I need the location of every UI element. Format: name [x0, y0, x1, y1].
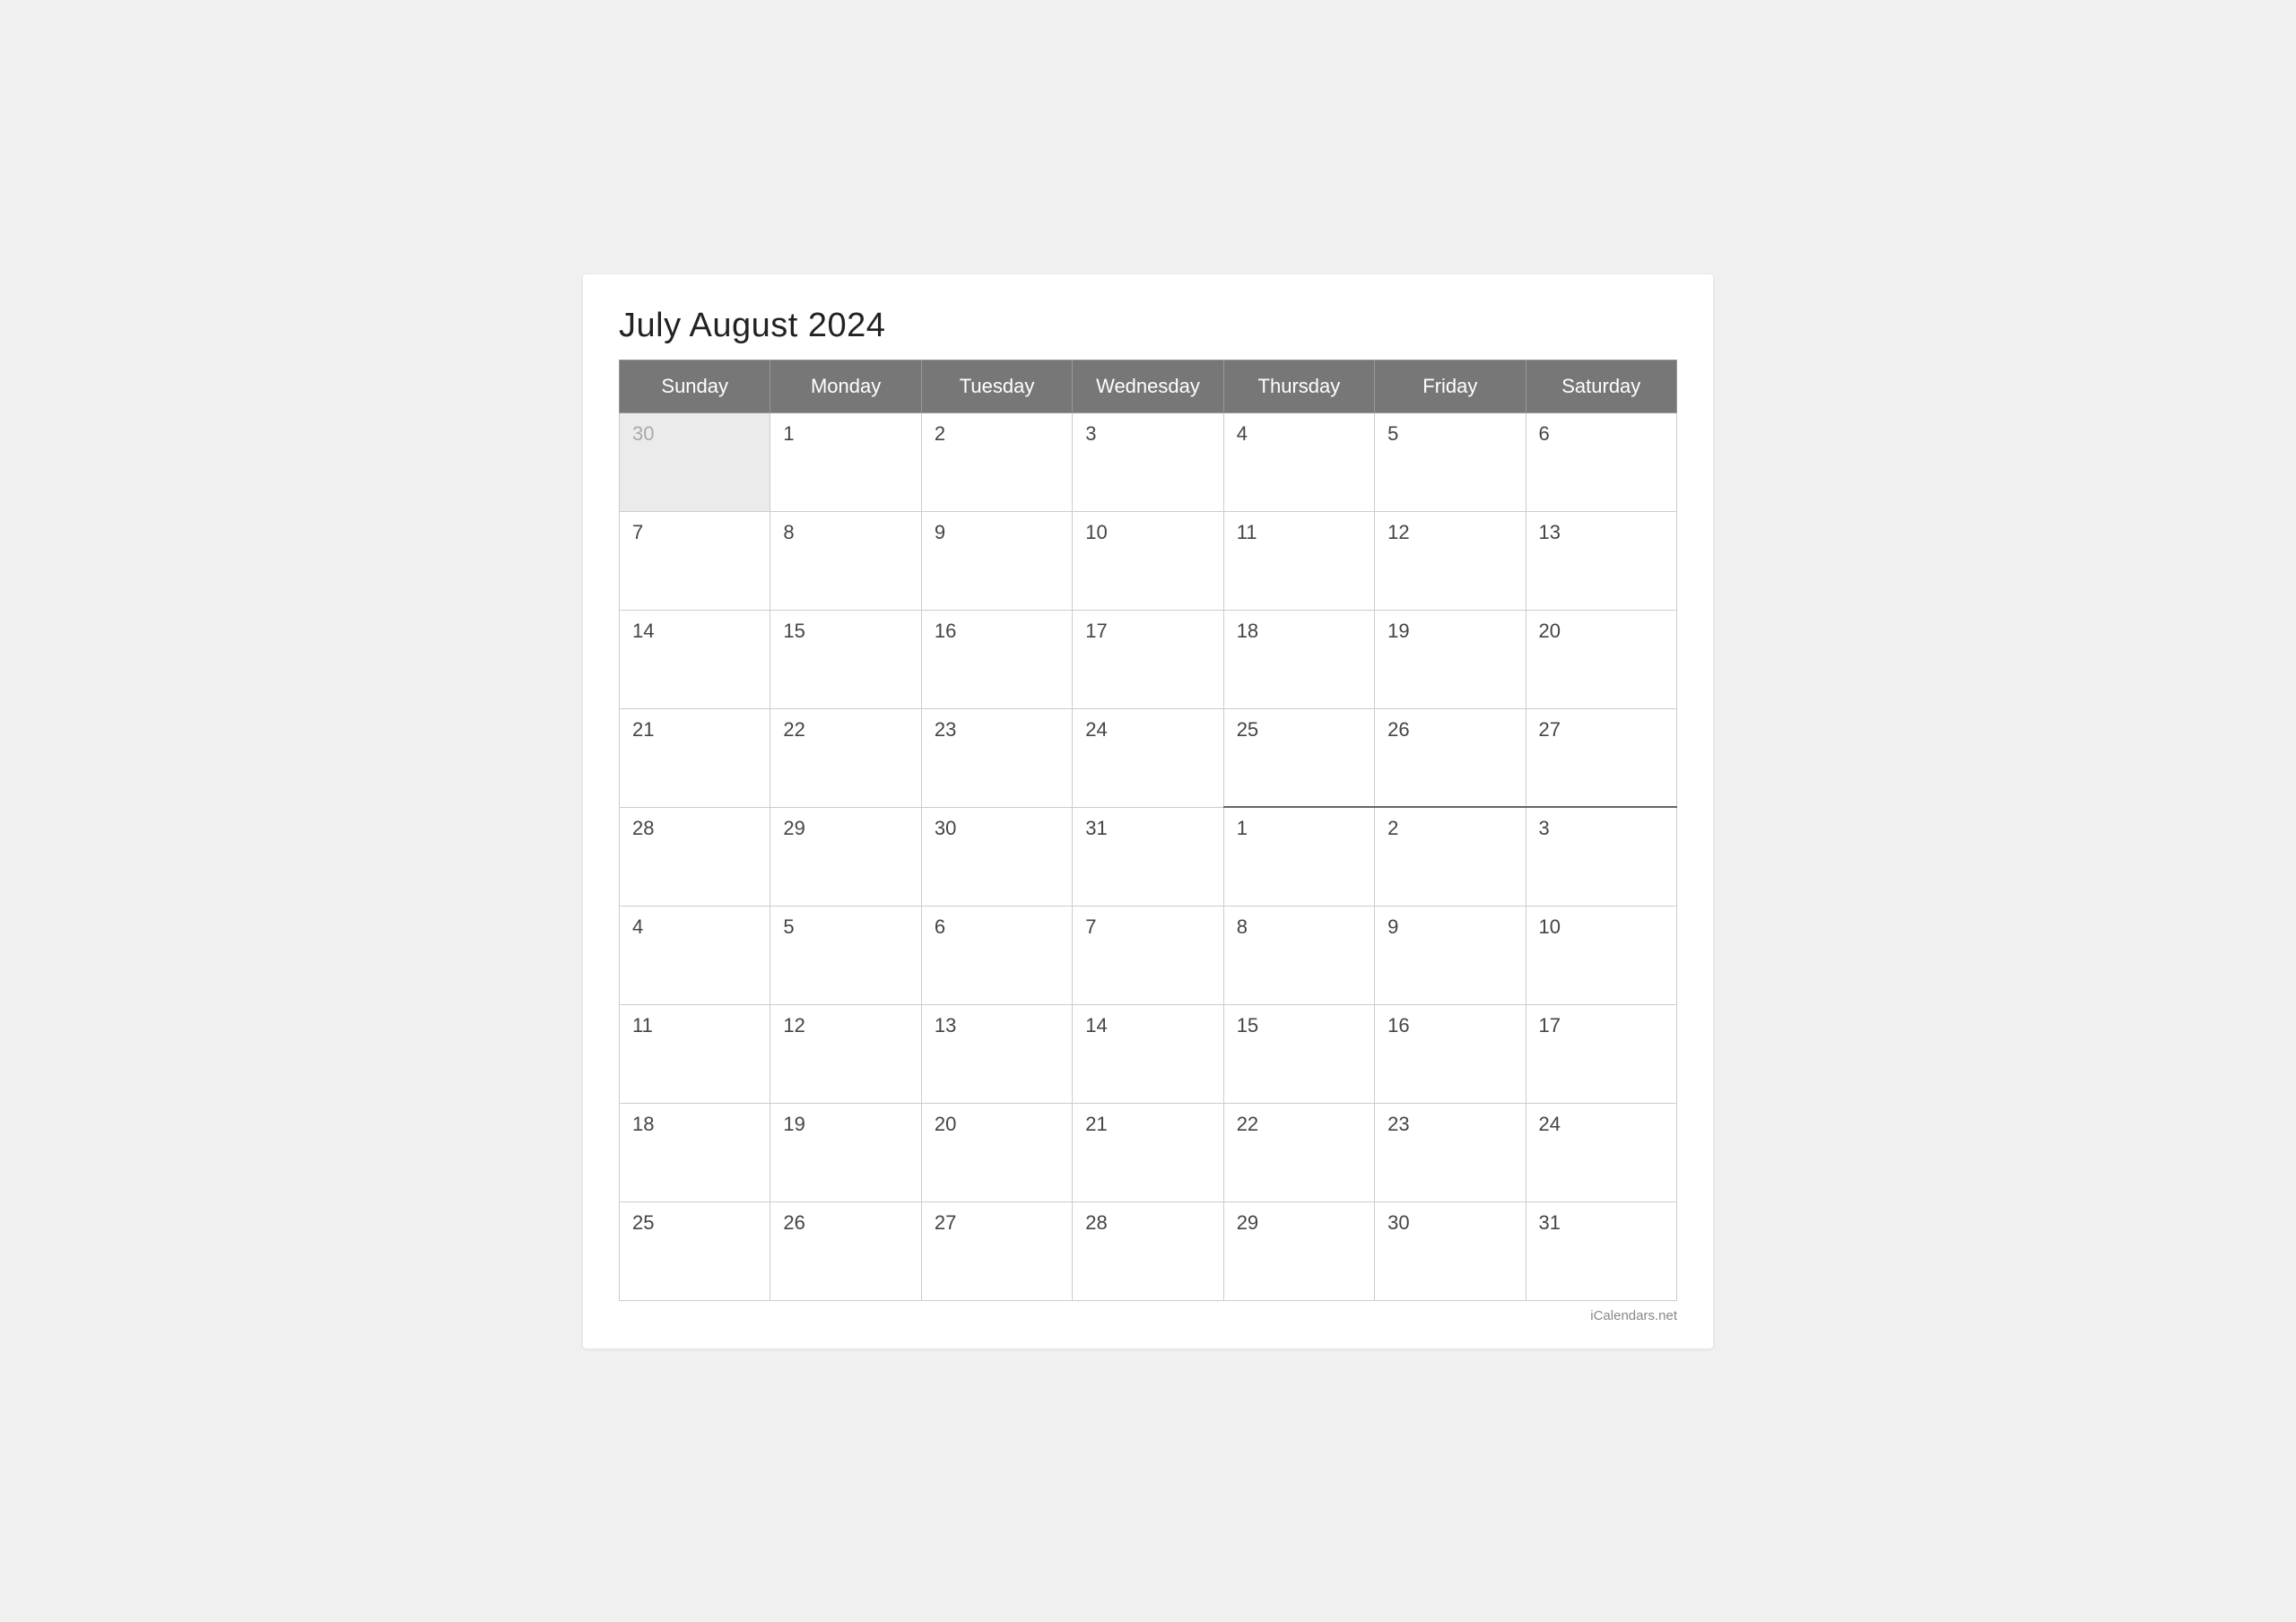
calendar-day-cell[interactable]: 8 [1223, 906, 1374, 1004]
calendar-day-cell[interactable]: 11 [1223, 511, 1374, 610]
header-row: SundayMondayTuesdayWednesdayThursdayFrid… [620, 360, 1677, 412]
calendar-day-cell[interactable]: 22 [770, 708, 921, 807]
calendar-day-cell[interactable]: 20 [921, 1103, 1072, 1201]
calendar-day-cell[interactable]: 21 [1073, 1103, 1223, 1201]
calendar-day-cell[interactable]: 23 [1375, 1103, 1526, 1201]
calendar-day-cell[interactable]: 27 [921, 1201, 1072, 1300]
calendar-day-cell[interactable]: 25 [1223, 708, 1374, 807]
calendar-day-cell[interactable]: 31 [1073, 807, 1223, 906]
calendar-header: SundayMondayTuesdayWednesdayThursdayFrid… [620, 360, 1677, 412]
calendar-day-cell[interactable]: 24 [1526, 1103, 1676, 1201]
calendar-day-cell[interactable]: 9 [1375, 906, 1526, 1004]
calendar-day-cell[interactable]: 30 [921, 807, 1072, 906]
calendar-day-cell[interactable]: 17 [1073, 610, 1223, 708]
calendar-day-cell[interactable]: 7 [1073, 906, 1223, 1004]
calendar-day-cell[interactable]: 1 [770, 412, 921, 511]
calendar-day-cell[interactable]: 16 [1375, 1004, 1526, 1103]
calendar-day-cell[interactable]: 19 [770, 1103, 921, 1201]
calendar-day-cell[interactable]: 18 [1223, 610, 1374, 708]
calendar-day-cell[interactable]: 5 [770, 906, 921, 1004]
calendar-week-row: 18192021222324 [620, 1103, 1677, 1201]
calendar-day-cell[interactable]: 14 [1073, 1004, 1223, 1103]
calendar-day-cell[interactable]: 31 [1526, 1201, 1676, 1300]
calendar-day-cell[interactable]: 12 [770, 1004, 921, 1103]
calendar-day-cell[interactable]: 15 [770, 610, 921, 708]
calendar-day-cell[interactable]: 26 [1375, 708, 1526, 807]
calendar-day-cell[interactable]: 2 [921, 412, 1072, 511]
calendar-day-cell[interactable]: 9 [921, 511, 1072, 610]
calendar-day-cell[interactable]: 6 [921, 906, 1072, 1004]
calendar-day-cell[interactable]: 16 [921, 610, 1072, 708]
calendar-day-cell[interactable]: 13 [1526, 511, 1676, 610]
calendar-day-cell[interactable]: 15 [1223, 1004, 1374, 1103]
header-cell-wednesday: Wednesday [1073, 360, 1223, 412]
calendar-day-cell[interactable]: 4 [1223, 412, 1374, 511]
calendar-day-cell[interactable]: 12 [1375, 511, 1526, 610]
calendar-day-cell[interactable]: 18 [620, 1103, 770, 1201]
calendar-body: 3012345678910111213141516171819202122232… [620, 412, 1677, 1300]
header-cell-sunday: Sunday [620, 360, 770, 412]
calendar-day-cell[interactable]: 3 [1073, 412, 1223, 511]
calendar-container: July August 2024 SundayMondayTuesdayWedn… [583, 274, 1713, 1349]
calendar-day-cell[interactable]: 25 [620, 1201, 770, 1300]
calendar-day-cell[interactable]: 24 [1073, 708, 1223, 807]
calendar-day-cell[interactable]: 10 [1526, 906, 1676, 1004]
calendar-week-row: 21222324252627 [620, 708, 1677, 807]
calendar-day-cell[interactable]: 20 [1526, 610, 1676, 708]
calendar-day-cell[interactable]: 11 [620, 1004, 770, 1103]
calendar-day-cell[interactable]: 29 [770, 807, 921, 906]
calendar-day-cell[interactable]: 28 [620, 807, 770, 906]
calendar-day-cell[interactable]: 13 [921, 1004, 1072, 1103]
calendar-day-cell[interactable]: 28 [1073, 1201, 1223, 1300]
calendar-day-cell[interactable]: 23 [921, 708, 1072, 807]
calendar-day-cell[interactable]: 1 [1223, 807, 1374, 906]
calendar-day-cell[interactable]: 2 [1375, 807, 1526, 906]
header-cell-friday: Friday [1375, 360, 1526, 412]
calendar-day-cell[interactable]: 21 [620, 708, 770, 807]
calendar-week-row: 28293031123 [620, 807, 1677, 906]
calendar-table: SundayMondayTuesdayWednesdayThursdayFrid… [619, 360, 1677, 1301]
calendar-day-cell[interactable]: 3 [1526, 807, 1676, 906]
calendar-day-cell[interactable]: 4 [620, 906, 770, 1004]
calendar-week-row: 11121314151617 [620, 1004, 1677, 1103]
footer-credit: iCalendars.net [619, 1308, 1677, 1323]
calendar-day-cell[interactable]: 29 [1223, 1201, 1374, 1300]
calendar-day-cell[interactable]: 26 [770, 1201, 921, 1300]
calendar-day-cell[interactable]: 14 [620, 610, 770, 708]
calendar-day-cell[interactable]: 5 [1375, 412, 1526, 511]
header-cell-saturday: Saturday [1526, 360, 1676, 412]
calendar-week-row: 78910111213 [620, 511, 1677, 610]
header-cell-thursday: Thursday [1223, 360, 1374, 412]
calendar-day-cell[interactable]: 8 [770, 511, 921, 610]
calendar-day-cell[interactable]: 10 [1073, 511, 1223, 610]
calendar-title: July August 2024 [619, 307, 1677, 345]
calendar-day-cell[interactable]: 30 [1375, 1201, 1526, 1300]
calendar-week-row: 45678910 [620, 906, 1677, 1004]
header-cell-tuesday: Tuesday [921, 360, 1072, 412]
calendar-week-row: 25262728293031 [620, 1201, 1677, 1300]
header-cell-monday: Monday [770, 360, 921, 412]
calendar-week-row: 30123456 [620, 412, 1677, 511]
calendar-day-cell[interactable]: 30 [620, 412, 770, 511]
calendar-week-row: 14151617181920 [620, 610, 1677, 708]
calendar-day-cell[interactable]: 17 [1526, 1004, 1676, 1103]
calendar-day-cell[interactable]: 22 [1223, 1103, 1374, 1201]
calendar-day-cell[interactable]: 19 [1375, 610, 1526, 708]
calendar-day-cell[interactable]: 6 [1526, 412, 1676, 511]
calendar-day-cell[interactable]: 27 [1526, 708, 1676, 807]
calendar-day-cell[interactable]: 7 [620, 511, 770, 610]
